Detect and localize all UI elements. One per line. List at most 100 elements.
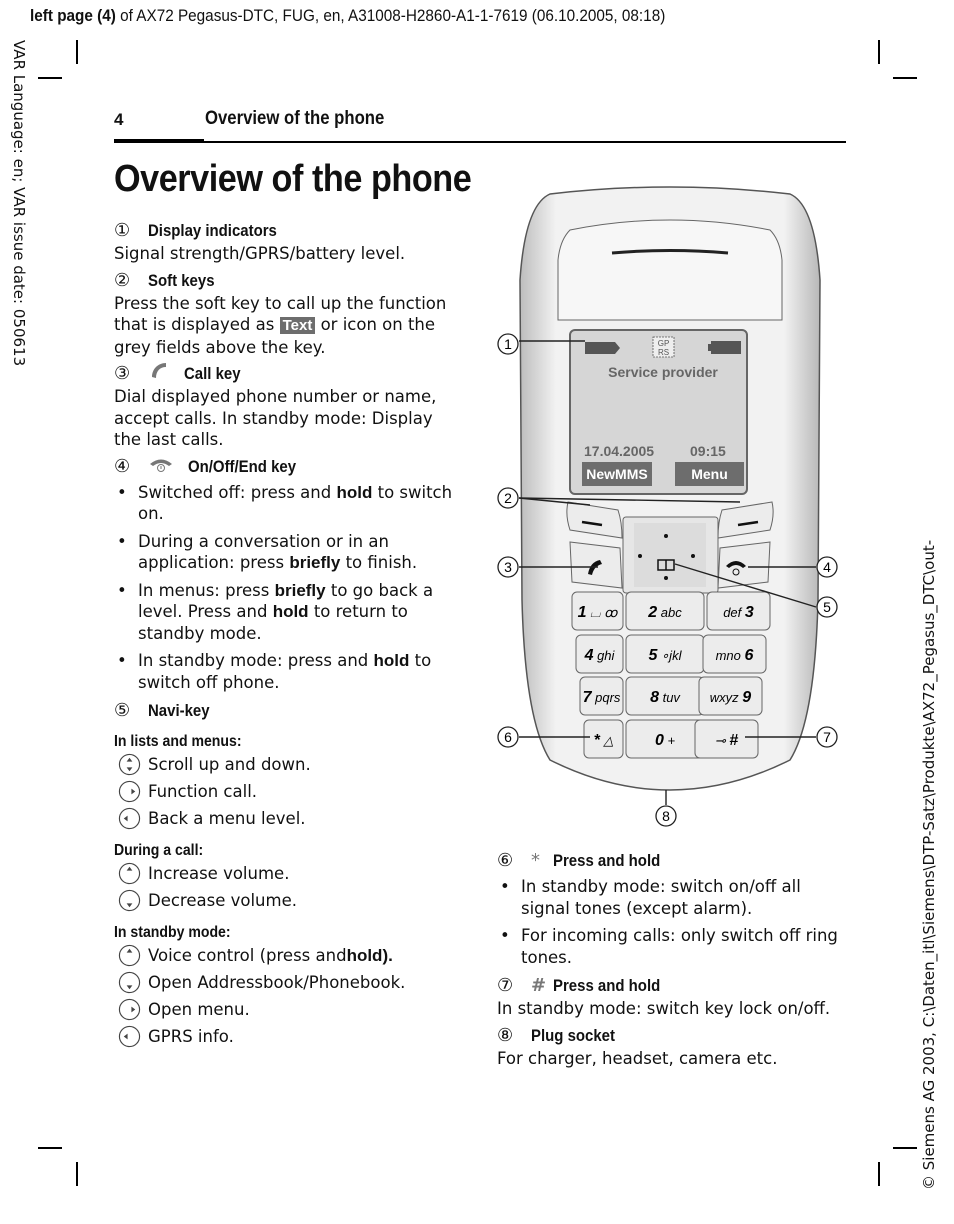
slug-page-ref: left page (4) [30,6,116,25]
margin-language-info: VAR Language: en; VAR issue date: 050613 [8,40,32,400]
callout-number: ① [114,220,131,242]
emphasis: hold). [346,945,393,965]
page-number: 4 [114,110,124,129]
softkey-right-text: Menu [691,466,728,482]
left-column: ① Display indicators Signal strength/GPR… [114,216,464,1050]
section-heading: ⑦ # Press and hold [497,974,847,998]
keypad-key-label: 0 + [655,732,676,749]
navi-up-icon [118,862,141,885]
callout-number: 8 [662,808,670,824]
section-text: Press the soft key to call up the functi… [114,293,464,359]
crop-mark [76,40,78,64]
battery-icon [708,341,741,354]
emphasis: hold [336,482,373,502]
signal-strength-icon [585,342,620,354]
bullet-item: In menus: press briefly to go back a lev… [114,580,464,645]
bullet-item: Switched off: press and hold to switch o… [114,482,464,525]
navi-item: Voice control (press and hold). [114,942,464,969]
section-heading: ⑥ * Press and hold [497,849,847,873]
text-run: In standby mode: press and [138,651,374,670]
navi-left-icon [118,807,141,830]
running-title: Overview of the phone [205,108,385,129]
section-title: Navi-key [148,701,210,721]
emphasis: briefly [289,553,341,572]
section-title: On/Off/End key [188,456,297,476]
section-text: Signal strength/GPRS/battery level. [114,244,406,263]
keypad-key-label: 5 ∘jkl [649,647,683,664]
navi-item: Increase volume. [114,860,464,887]
callout-number: 4 [823,559,831,575]
navi-up-down-icon [118,753,141,776]
callout-number: ⑧ [497,1024,514,1046]
navi-right-icon [118,780,141,803]
emphasis: briefly [274,580,326,600]
section-heading: ④ On/Off/End key [114,455,464,479]
callout-number: 5 [823,599,831,615]
screen-date: 17.04.2005 [584,443,654,459]
end-key-icon [148,455,188,479]
softkey-left-text: NewMMS [586,466,647,482]
callout-number: ④ [114,455,131,477]
keypad-key-label: ⊸ # [715,732,739,749]
emphasis: hold [373,651,410,670]
navi-text: Open menu. [148,999,250,1019]
subsection-label: In standby mode: [114,924,231,941]
navi-down-icon [118,971,141,994]
crop-mark [38,1147,62,1149]
crop-mark [878,40,880,64]
navi-item: Back a menu level. [114,805,464,832]
section-heading: ⑤ Navi-key [114,699,464,723]
navi-item: Function call. [114,778,464,805]
right-column: ⑥ * Press and hold In standby mode: swit… [497,846,847,1073]
keypad-key-label: wxyz 9 [710,689,752,706]
navi-down-icon [118,889,141,912]
section-title: Press and hold [553,851,661,871]
keypad-key-label: 7 pqrs [583,689,621,706]
navi-item: Decrease volume. [114,887,464,914]
page-title: Overview of the phone [114,158,472,200]
bullet-item: In standby mode: press and hold to switc… [114,650,464,693]
section-title: Call key [184,364,241,384]
crop-mark [878,1162,880,1186]
callout-number: ⑤ [114,700,131,722]
section-heading: ③ Call key [114,362,464,386]
navi-right-icon [118,998,141,1021]
navi-item: Open menu. [114,996,464,1023]
gprs-label: RS [658,348,669,357]
print-slug: left page (4) of AX72 Pegasus-DTC, FUG, … [30,6,665,26]
navi-text: Scroll up and down. [148,754,311,774]
gprs-label: GP [658,339,670,348]
navi-item: GPRS info. [114,1023,464,1050]
keypad-key-label: 8 tuv [650,689,681,706]
keypad-key-label: * △ [594,732,614,749]
navi-text: Open Addressbook/Phonebook. [148,972,406,992]
bullet-item: For incoming calls: only switch off ring… [497,925,847,968]
navi-text: GPRS info. [148,1026,234,1046]
section-heading: ⑧ Plug socket [497,1024,847,1048]
keypad-key-label: 4 ghi [584,647,616,664]
navi-item: Open Addressbook/Phonebook. [114,969,464,996]
bullet-item: During a conversation or in an applicati… [114,531,464,574]
navi-up-icon [118,944,141,967]
crop-mark [38,77,62,79]
header-rule-accent [114,139,204,143]
section-title: Plug socket [531,1025,615,1045]
callout-number: ⑦ [497,975,514,997]
callout-number: 6 [504,729,512,745]
section-title: Soft keys [148,270,215,290]
text-run: In menus: press [138,580,275,600]
hash-key-icon: # [531,975,547,997]
callout-number: 7 [823,729,831,745]
subsection-label: In lists and menus: [114,733,242,750]
star-key-icon: * [531,850,540,872]
section-heading: ① Display indicators [114,219,464,243]
navi-text: Function call. [148,781,258,801]
slug-doc-info: of AX72 Pegasus-DTC, FUG, en, A31008-H28… [115,6,666,25]
section-title: Display indicators [148,221,277,241]
running-head: 4 Overview of the phone [114,108,846,144]
subsection-label: During a call: [114,842,204,859]
text-run: to finish. [340,553,418,572]
service-provider-label: Service provider [608,364,718,380]
header-rule [114,141,846,143]
navi-left-icon [118,1025,141,1048]
